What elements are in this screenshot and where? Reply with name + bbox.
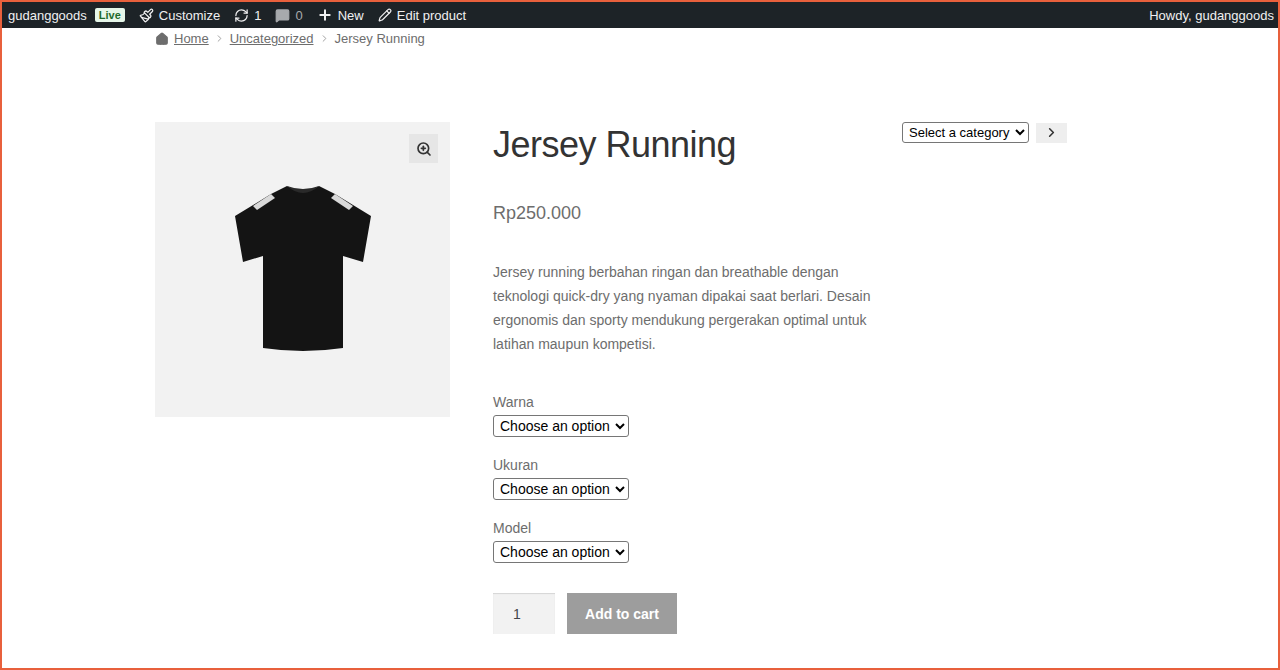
account-greeting[interactable]: Howdy, gudanggoods [1149, 8, 1274, 23]
breadcrumb-item: Jersey Running [335, 31, 425, 46]
category-submit-button[interactable] [1036, 123, 1067, 143]
plus-icon [317, 7, 333, 23]
cart-row: Add to cart [493, 593, 885, 634]
breadcrumb-item[interactable]: Home [174, 31, 209, 46]
site-name[interactable]: gudanggoods [8, 8, 87, 23]
chevron-right-icon [1044, 125, 1059, 140]
new-link[interactable]: New [317, 7, 364, 23]
variation-select[interactable]: Choose an option [493, 415, 629, 437]
admin-bar: gudanggoods Live Customize 10 New Edit produc… [2, 2, 1278, 28]
page-frame: gudanggoods Live Customize 10 New Edit produc… [0, 0, 1280, 670]
jersey-picture [203, 170, 403, 370]
zoom-icon [416, 141, 432, 157]
product-row: Jersey Running Rp250.000 Jersey running be… [155, 122, 1067, 634]
category-select[interactable]: Select a category [902, 122, 1029, 143]
separator-icon [319, 33, 330, 44]
zoom-button[interactable] [409, 134, 438, 163]
variation-label: Ukuran [493, 455, 538, 475]
product-price: Rp250.000 [493, 201, 885, 225]
edit-product-link[interactable]: Edit product [378, 8, 466, 23]
pencil-icon [378, 8, 392, 22]
updates-link[interactable]: 1 [234, 8, 261, 23]
product-description: Jersey running berbahan ringan dan breat… [493, 260, 885, 356]
sidebar: Select a category [902, 122, 1067, 143]
variation-group: Ukuran Choose an option [493, 455, 885, 500]
live-badge: Live [95, 8, 125, 22]
comments-link[interactable]: 0 [275, 8, 302, 23]
add-to-cart-button[interactable]: Add to cart [567, 593, 677, 634]
variation-group: Warna Choose an option [493, 392, 885, 437]
home-icon [155, 32, 169, 46]
product-title: Jersey Running [493, 122, 885, 168]
admin-bar-left: gudanggoods Live Customize 10 New Edit produc… [8, 7, 466, 23]
comment-icon [275, 8, 290, 23]
variation-label: Model [493, 518, 531, 538]
breadcrumb: Home Uncategorized Jersey Running [155, 28, 1067, 48]
product-image [155, 122, 450, 417]
refresh-icon [234, 8, 249, 23]
content-container: HomeUncategorizedJersey RunningJersey Ru… [155, 28, 1067, 634]
variation-select[interactable]: Choose an option [493, 541, 629, 563]
variations: Warna Choose an option Ukuran Choose an opt… [493, 392, 885, 563]
variation-select[interactable]: Choose an option [493, 478, 629, 500]
product-summary: Jersey Running Rp250.000 Jersey running be… [493, 122, 885, 634]
breadcrumb-item[interactable]: Uncategorized [230, 31, 314, 46]
variation-label: Warna [493, 392, 534, 412]
quantity-input[interactable] [493, 593, 555, 634]
separator-icon [214, 33, 225, 44]
variation-group: Model Choose an option [493, 518, 885, 563]
customize-link[interactable]: Customize [139, 8, 220, 23]
brush-icon [139, 8, 154, 23]
